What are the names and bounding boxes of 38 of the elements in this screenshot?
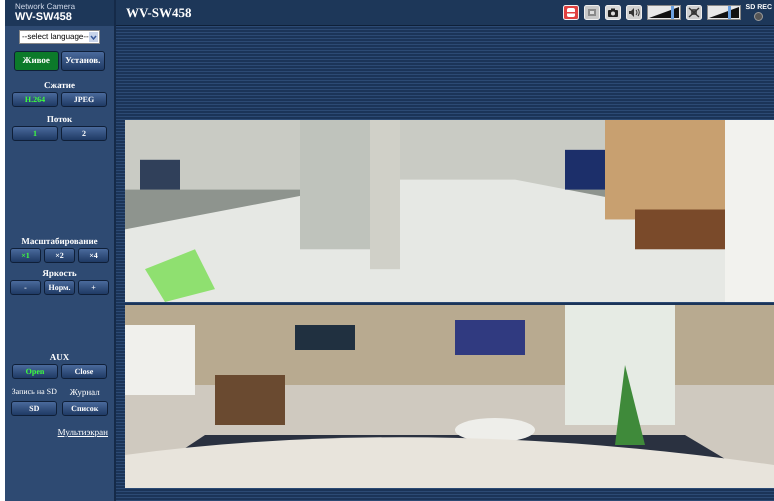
option-button[interactable]: ×2 (44, 248, 75, 263)
option-button[interactable]: - (10, 280, 41, 295)
sd-button[interactable]: SD (11, 401, 58, 416)
language-select[interactable]: --select language-- (19, 30, 100, 44)
option-button[interactable]: Close (61, 364, 107, 379)
page-title: WV-SW458 (126, 4, 192, 22)
option-button[interactable]: ×4 (78, 248, 109, 263)
option-button[interactable]: + (78, 280, 109, 295)
model-name: WV-SW458 (15, 11, 73, 23)
speaker-volume-slider[interactable] (646, 5, 681, 20)
option-button[interactable]: JPEG (61, 92, 107, 107)
list-button[interactable]: Список (62, 401, 108, 416)
brand-label: Network Camera (15, 3, 76, 11)
option-button[interactable]: Open (12, 364, 58, 379)
option-button[interactable]: Норм. (44, 280, 75, 295)
option-button[interactable]: 1 (12, 126, 58, 141)
sd-rec-indicator-icon (754, 12, 764, 21)
log-label: Журнал (70, 386, 100, 399)
speaker-icon[interactable] (626, 5, 642, 20)
option-button[interactable]: 2 (61, 126, 107, 141)
sd-recording-label: Запись на SD (12, 386, 57, 398)
volume-thumb[interactable] (728, 6, 731, 19)
alarm-icon[interactable] (562, 5, 579, 20)
mode-tab[interactable]: Живое (14, 51, 58, 71)
camera-icon[interactable] (604, 5, 621, 20)
group-heading: Сжатие (44, 79, 75, 91)
microphone-volume-slider[interactable] (706, 5, 741, 20)
fullscreen-icon[interactable] (584, 5, 600, 20)
group-heading: Яркость (42, 267, 77, 279)
option-button[interactable]: H.264 (12, 92, 58, 107)
option-button[interactable]: ×1 (10, 248, 41, 263)
microphone-muted-icon[interactable] (686, 5, 702, 20)
group-heading: AUX (50, 351, 70, 363)
multiscreen-link[interactable]: Мультиэкран (58, 426, 108, 440)
group-heading: Масштабирование (21, 235, 98, 247)
mode-tab[interactable]: Установ. (60, 51, 105, 71)
group-heading: Поток (46, 113, 72, 125)
volume-thumb[interactable] (670, 6, 674, 19)
